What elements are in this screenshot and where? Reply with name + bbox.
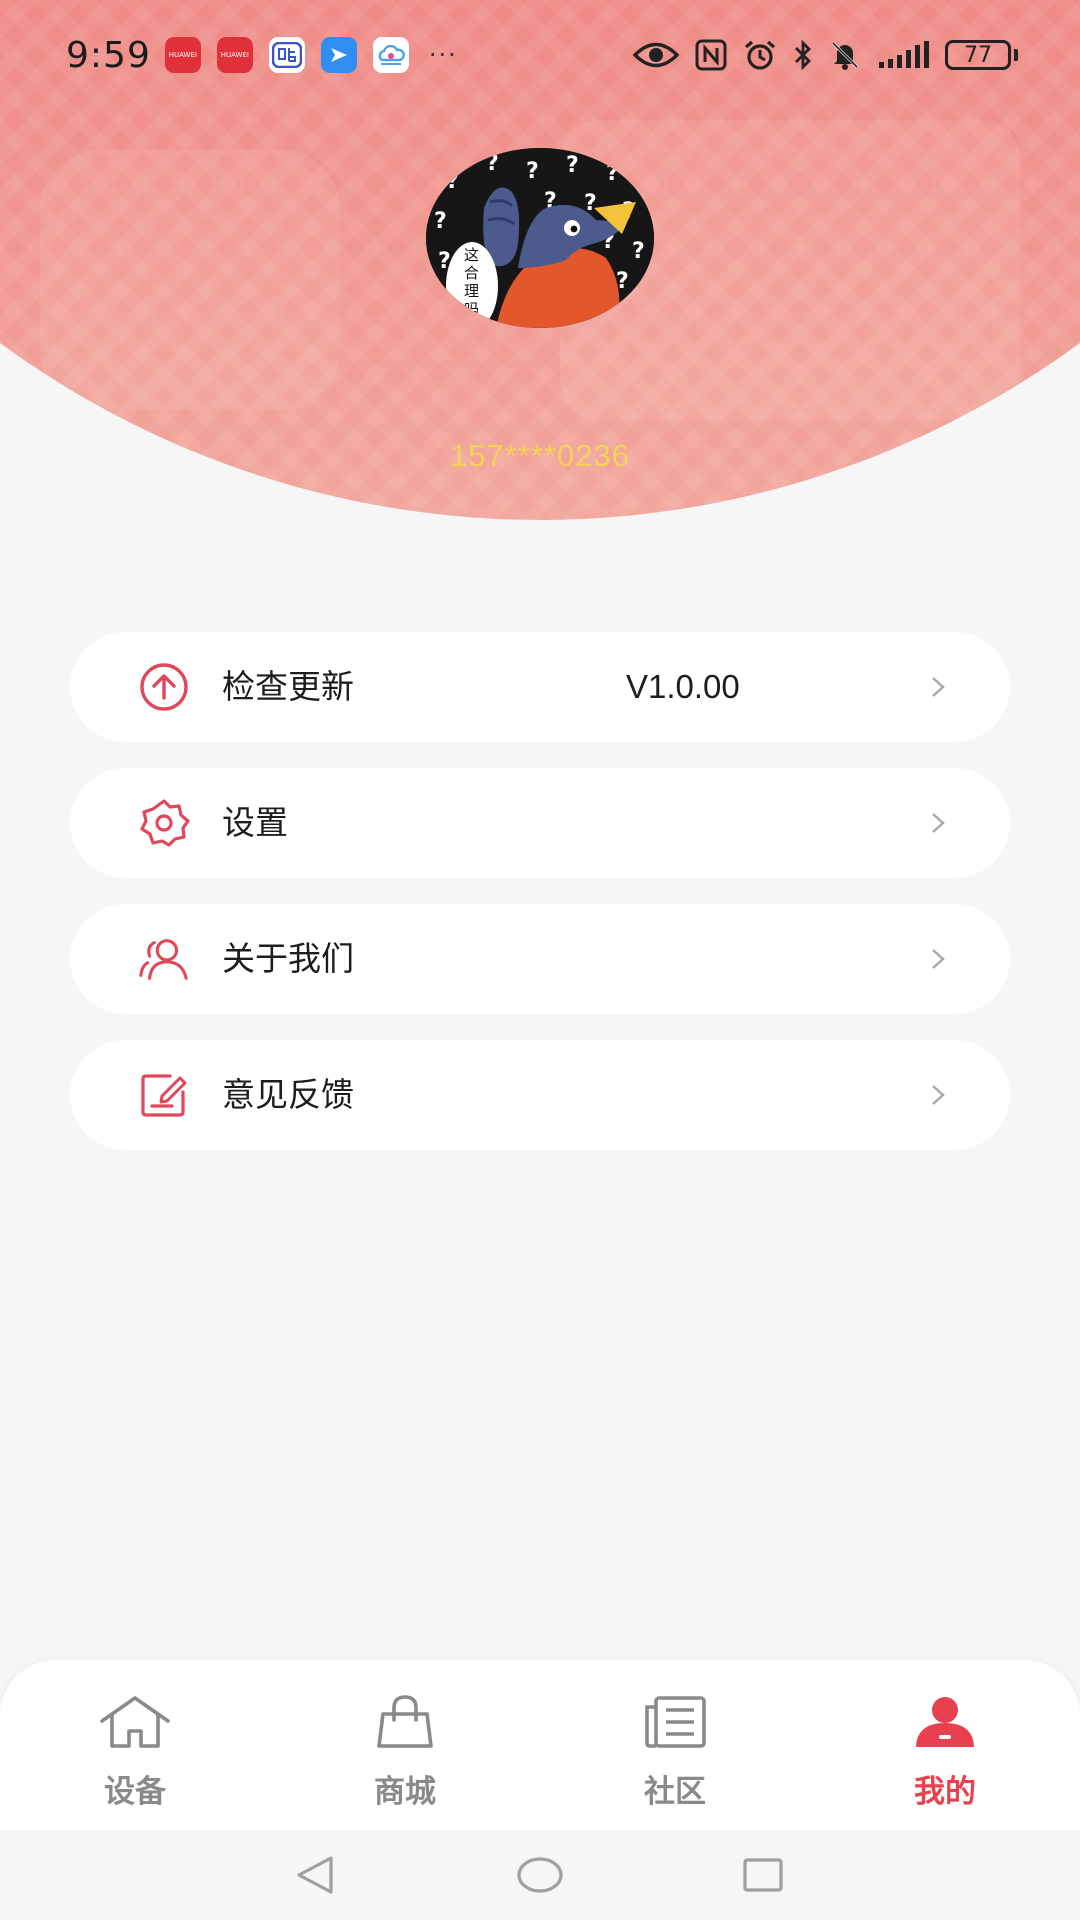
menu-item-label: 关于我们 bbox=[222, 939, 354, 978]
status-bar: 9:59 HUAWEI HUAWEI ··· 77 bbox=[0, 20, 1080, 90]
home-icon bbox=[95, 1690, 175, 1754]
tab-label: 社区 bbox=[644, 1774, 706, 1810]
menu-item-about-us[interactable]: 关于我们 bbox=[70, 904, 1010, 1014]
menu-item-settings[interactable]: 设置 bbox=[70, 768, 1010, 878]
bluetooth-icon bbox=[793, 39, 813, 71]
tab-community[interactable]: 社区 bbox=[595, 1690, 755, 1820]
recents-icon[interactable] bbox=[738, 1852, 788, 1898]
upload-circle-icon bbox=[138, 662, 190, 712]
shopping-bag-icon bbox=[365, 1690, 445, 1754]
avatar[interactable]: ????? ??? ??? ??? ?? 这合理吗 bbox=[426, 148, 654, 328]
chevron-right-icon bbox=[926, 811, 950, 835]
huawei-store-icon: HUAWEI bbox=[216, 37, 253, 73]
user-phone-number: 157****0236 bbox=[450, 438, 630, 473]
person-icon bbox=[905, 1690, 985, 1754]
svg-text:?: ? bbox=[566, 153, 579, 178]
chevron-right-icon bbox=[926, 675, 950, 699]
tab-store[interactable]: 商城 bbox=[325, 1690, 485, 1820]
tab-label: 商城 bbox=[374, 1774, 436, 1810]
back-icon[interactable] bbox=[290, 1852, 340, 1898]
battery-level: 77 bbox=[945, 40, 1011, 70]
status-time: 9:59 bbox=[66, 34, 151, 76]
notification-icons: HUAWEI HUAWEI ··· bbox=[164, 37, 458, 73]
system-navigation-bar bbox=[0, 1830, 1080, 1920]
chevron-right-icon bbox=[926, 1083, 950, 1107]
home-circle-icon[interactable] bbox=[515, 1852, 565, 1898]
tab-devices[interactable]: 设备 bbox=[55, 1690, 215, 1820]
mute-icon bbox=[829, 39, 861, 71]
menu-item-label: 设置 bbox=[222, 803, 288, 842]
svg-text:?: ? bbox=[632, 239, 645, 264]
battery-icon: 77 bbox=[945, 40, 1018, 70]
svg-text:理: 理 bbox=[464, 282, 479, 300]
header-decor bbox=[40, 150, 340, 410]
system-icons: 77 bbox=[633, 39, 1018, 71]
news-icon bbox=[635, 1690, 715, 1754]
tieba-icon bbox=[268, 37, 305, 73]
users-icon bbox=[138, 934, 190, 984]
settings-menu: 检查更新 V1.0.00 设置 关于我们 意见反馈 bbox=[70, 632, 1010, 1176]
huawei-store-icon: HUAWEI bbox=[164, 37, 201, 73]
bottom-tab-bar: 设备 商城 社区 我的 bbox=[0, 1660, 1080, 1830]
cloud-app-icon bbox=[372, 37, 409, 73]
arrow-app-icon bbox=[320, 37, 357, 73]
menu-item-label: 意见反馈 bbox=[222, 1075, 354, 1114]
svg-text:?: ? bbox=[434, 209, 447, 234]
menu-item-check-update[interactable]: 检查更新 V1.0.00 bbox=[70, 632, 1010, 742]
svg-text:合: 合 bbox=[464, 264, 479, 282]
svg-text:?: ? bbox=[526, 159, 539, 184]
tab-label: 设备 bbox=[104, 1774, 166, 1810]
menu-item-label: 检查更新 bbox=[222, 667, 354, 706]
tab-label: 我的 bbox=[914, 1774, 976, 1810]
signal-icon bbox=[877, 40, 929, 70]
menu-item-feedback[interactable]: 意见反馈 bbox=[70, 1040, 1010, 1150]
gear-icon bbox=[138, 798, 190, 848]
eye-icon bbox=[633, 40, 679, 70]
avatar-caption: 这合理吗 bbox=[464, 246, 479, 318]
svg-text:这: 这 bbox=[464, 246, 479, 264]
feedback-edit-icon bbox=[138, 1070, 190, 1120]
nfc-icon bbox=[695, 39, 727, 71]
alarm-icon bbox=[743, 39, 777, 71]
avatar-image: ????? ??? ??? ??? ?? 这合理吗 bbox=[426, 148, 654, 328]
app-version: V1.0.00 bbox=[626, 668, 740, 705]
tab-mine[interactable]: 我的 bbox=[865, 1690, 1025, 1820]
chevron-right-icon bbox=[926, 947, 950, 971]
more-notifications-indicator: ··· bbox=[428, 41, 458, 69]
